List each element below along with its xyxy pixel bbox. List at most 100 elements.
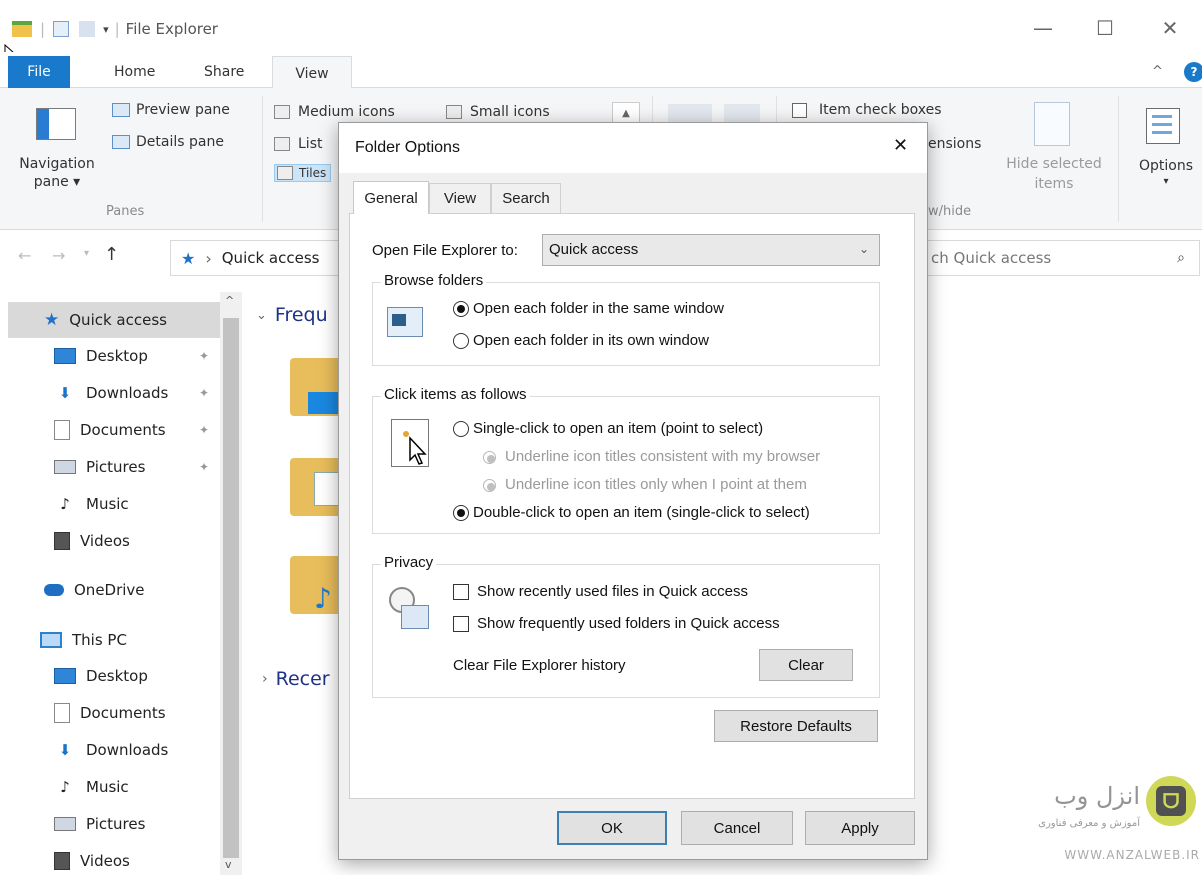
- collapse-ribbon-icon[interactable]: ^: [1152, 64, 1163, 79]
- frequent-folders-checkbox[interactable]: [453, 616, 469, 632]
- music-overlay-icon: ♪: [314, 582, 332, 615]
- dialog-close-button[interactable]: ✕: [893, 135, 908, 156]
- close-button[interactable]: ✕: [1140, 8, 1200, 48]
- own-window-radio[interactable]: [453, 333, 469, 349]
- nav-quick-access-label: Quick access: [69, 311, 167, 329]
- nav-item-music[interactable]: ♪ Music: [54, 486, 128, 522]
- medium-icons-option[interactable]: Medium icons: [274, 104, 395, 120]
- preview-pane-button[interactable]: Preview pane: [112, 102, 230, 118]
- ribbon-separator: [1118, 96, 1119, 222]
- details-pane-button[interactable]: Details pane: [112, 134, 224, 150]
- open-to-select[interactable]: Quick access ⌄: [542, 234, 880, 266]
- nav-item-pictures[interactable]: Pictures ✦: [54, 449, 209, 485]
- group-by-icon[interactable]: [668, 104, 712, 122]
- title-bar: | ▾ | File Explorer — ☐ ✕: [0, 0, 1202, 60]
- nav-item-downloads[interactable]: ⬇ Downloads: [54, 732, 169, 768]
- recent-files-header[interactable]: › Recer: [262, 668, 330, 690]
- tab-view[interactable]: View: [272, 56, 352, 90]
- double-click-radio[interactable]: [453, 505, 469, 521]
- nav-item-videos[interactable]: Videos: [54, 843, 130, 875]
- pin-icon[interactable]: ✦: [199, 386, 209, 400]
- show-hide-group-label: w/hide: [928, 204, 972, 219]
- up-icon[interactable]: ↑: [104, 244, 119, 265]
- nav-item-downloads[interactable]: ⬇ Downloads ✦: [54, 375, 209, 411]
- dialog-tab-general[interactable]: General: [353, 181, 429, 214]
- dialog-tab-view[interactable]: View: [429, 183, 491, 213]
- small-icons-option[interactable]: Small icons: [446, 104, 550, 120]
- list-option[interactable]: List: [274, 136, 322, 152]
- nav-item-desktop[interactable]: Desktop ✦: [54, 338, 209, 374]
- nav-onedrive[interactable]: OneDrive: [44, 572, 145, 608]
- nav-item-pictures[interactable]: Pictures: [54, 806, 145, 842]
- recent-locations-icon[interactable]: ▾: [84, 248, 89, 259]
- tab-file[interactable]: File: [8, 56, 70, 88]
- nav-this-pc[interactable]: This PC: [40, 622, 127, 658]
- double-click-label[interactable]: Double-click to open an item (single-cli…: [473, 504, 810, 521]
- underline-browser-radio[interactable]: [483, 451, 496, 464]
- recent-files-label[interactable]: Show recently used files in Quick access: [477, 583, 748, 600]
- properties-icon[interactable]: [53, 21, 70, 37]
- dialog-title-bar: Folder Options ✕: [339, 123, 927, 173]
- own-window-label[interactable]: Open each folder in its own window: [473, 332, 709, 349]
- single-click-label[interactable]: Single-click to open an item (point to s…: [473, 420, 763, 437]
- general-tab-panel: Open File Explorer to: Quick access ⌄ Br…: [349, 213, 915, 799]
- cancel-button[interactable]: Cancel: [681, 811, 793, 845]
- scroll-up-icon[interactable]: ^: [225, 294, 234, 307]
- underline-point-radio[interactable]: [483, 479, 496, 492]
- options-button[interactable]: Options ▾: [1126, 98, 1202, 208]
- forward-icon[interactable]: →: [52, 246, 65, 265]
- ok-button[interactable]: OK: [557, 811, 667, 845]
- navigation-pane-button[interactable]: Navigation pane ▾: [10, 98, 104, 198]
- item-check-boxes-option[interactable]: Item check boxes: [792, 102, 942, 118]
- item-check-boxes-checkbox[interactable]: [792, 102, 807, 118]
- breadcrumb-quick-access[interactable]: Quick access: [222, 249, 320, 267]
- help-icon[interactable]: ?: [1184, 62, 1202, 82]
- restore-defaults-button[interactable]: Restore Defaults: [714, 710, 878, 742]
- frequent-folders-header[interactable]: ⌄ Frequ: [256, 304, 328, 326]
- scroll-down-icon[interactable]: v: [225, 858, 232, 871]
- new-folder-icon[interactable]: [79, 21, 96, 37]
- dialog-tab-search[interactable]: Search: [491, 183, 561, 213]
- pin-icon[interactable]: ✦: [199, 349, 209, 363]
- nav-item-music[interactable]: ♪ Music: [54, 769, 128, 805]
- details-pane-label: Details pane: [136, 134, 224, 150]
- underline-point-label[interactable]: Underline icon titles only when I point …: [505, 476, 807, 493]
- underline-browser-label[interactable]: Underline icon titles consistent with my…: [505, 448, 820, 465]
- tiles-label: Tiles: [299, 166, 327, 180]
- nav-pane-scrollbar[interactable]: ^ v: [220, 292, 242, 875]
- hide-selected-items-icon[interactable]: [1034, 102, 1070, 146]
- nav-item-documents[interactable]: Documents ✦: [54, 412, 209, 448]
- single-click-radio[interactable]: [453, 421, 469, 437]
- small-icons-label: Small icons: [470, 104, 550, 120]
- nav-item-documents[interactable]: Documents: [54, 695, 166, 731]
- same-window-radio[interactable]: [453, 301, 469, 317]
- same-window-label[interactable]: Open each folder in the same window: [473, 300, 724, 317]
- nav-item-desktop[interactable]: Desktop: [54, 658, 148, 694]
- back-icon[interactable]: ←: [18, 246, 31, 265]
- tab-share[interactable]: Share: [190, 56, 258, 88]
- clear-button[interactable]: Clear: [759, 649, 853, 681]
- browse-folders-icon: [387, 307, 423, 337]
- pin-icon[interactable]: ✦: [199, 460, 209, 474]
- open-to-value: Quick access: [549, 241, 639, 258]
- maximize-button[interactable]: ☐: [1075, 8, 1135, 48]
- apply-button[interactable]: Apply: [805, 811, 915, 845]
- search-box[interactable]: ch Quick access ⌕: [924, 240, 1200, 276]
- add-columns-icon[interactable]: [724, 104, 760, 122]
- search-input[interactable]: ch Quick access: [931, 249, 1177, 267]
- tiles-option[interactable]: Tiles: [274, 164, 332, 182]
- file-explorer-app-icon[interactable]: [12, 21, 32, 37]
- watermark-brand: انزل وب: [1054, 782, 1140, 810]
- chevron-down-icon: ⌄: [858, 242, 869, 256]
- layout-scroll-up-icon[interactable]: ▲: [612, 102, 640, 124]
- frequent-folders-title: Frequ: [274, 304, 328, 326]
- nav-quick-access[interactable]: ★ Quick access: [44, 302, 167, 338]
- frequent-folders-label[interactable]: Show frequently used folders in Quick ac…: [477, 615, 780, 632]
- minimize-button[interactable]: —: [1013, 8, 1073, 48]
- pin-icon[interactable]: ✦: [199, 423, 209, 437]
- scrollbar-thumb[interactable]: [223, 318, 239, 858]
- customize-qat-icon[interactable]: ▾: [103, 23, 109, 36]
- recent-files-checkbox[interactable]: [453, 584, 469, 600]
- nav-item-videos[interactable]: Videos: [54, 523, 130, 559]
- tab-home[interactable]: Home: [100, 56, 169, 88]
